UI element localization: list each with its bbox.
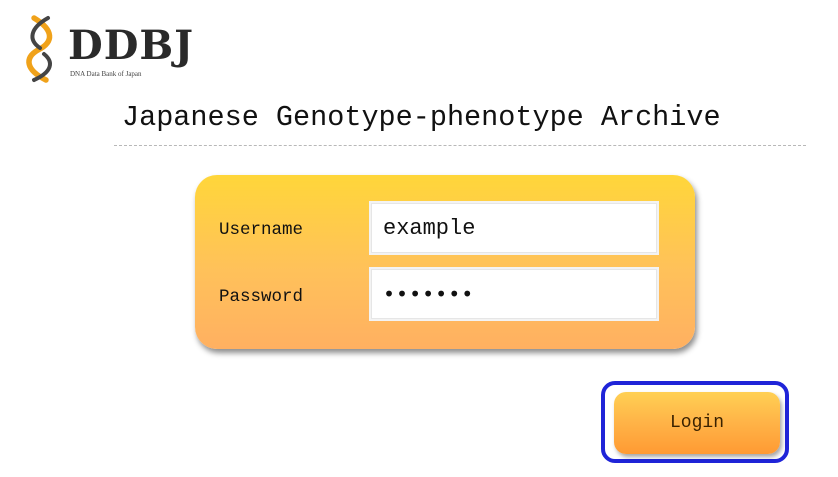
username-input[interactable] [369, 201, 659, 255]
title-divider [114, 145, 806, 146]
dna-helix-icon [26, 15, 53, 83]
logo-subtitle: DNA Data Bank of Japan [70, 70, 142, 78]
username-label: Username [219, 220, 304, 240]
password-label: Password [219, 287, 304, 307]
ddbj-logo: DDBJ DNA Data Bank of Japan [20, 14, 210, 86]
login-button[interactable]: Login [614, 392, 780, 454]
logo-wordmark: DDBJ [68, 22, 195, 69]
password-input[interactable] [369, 267, 659, 321]
page-title: Japanese Genotype-phenotype Archive [122, 101, 721, 134]
login-panel: Username Password [195, 175, 695, 349]
